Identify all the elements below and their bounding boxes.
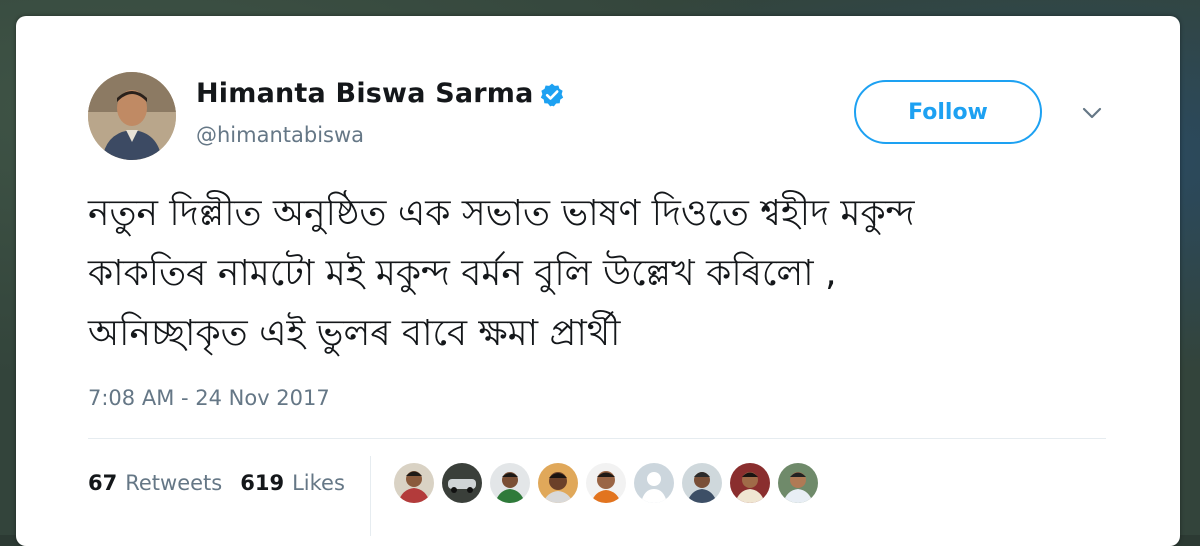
tweet-text: নতুন দিল্লীত অনুষ্ঠিত এক সভাত ভাষণ দিওতে…	[88, 184, 1118, 364]
likes-count: 619	[240, 471, 285, 495]
profile-photo-icon	[88, 72, 176, 160]
liker-avatar[interactable]	[440, 461, 484, 505]
tweet-text-line: কাকতিৰ নামটো মই মকুন্দ বৰ্মন বুলি উল্লেখ…	[88, 253, 837, 294]
tweet-card: Himanta Biswa Sarma @himantabiswa Follow…	[16, 16, 1180, 546]
liker-avatar[interactable]	[488, 461, 532, 505]
tweet-text-line: নতুন দিল্লীত অনুষ্ঠিত এক সভাত ভাষণ দিওতে…	[88, 193, 915, 234]
user-display-name[interactable]: Himanta Biswa Sarma	[196, 78, 534, 109]
tweet-text-line: অনিচ্ছাকৃত এই ভুলৰ বাবে ক্ষমা প্ৰাৰ্থী	[88, 313, 621, 354]
liker-avatar-icon	[442, 463, 482, 503]
default-avatar-icon	[634, 463, 674, 503]
liker-avatar[interactable]	[584, 461, 628, 505]
liker-avatar[interactable]	[728, 461, 772, 505]
liker-avatar[interactable]	[680, 461, 724, 505]
liker-avatar-icon	[538, 463, 578, 503]
follow-button[interactable]: Follow	[854, 80, 1042, 144]
likers-avatars	[392, 460, 824, 506]
tweet-timestamp[interactable]: 7:08 AM - 24 Nov 2017	[88, 386, 330, 410]
verified-badge-icon	[540, 83, 564, 107]
liker-avatar-icon	[730, 463, 770, 503]
profile-avatar[interactable]	[88, 72, 176, 160]
retweets-label: Retweets	[125, 471, 223, 495]
divider	[88, 438, 1106, 439]
likes-stat[interactable]: 619 Likes	[240, 471, 345, 495]
liker-avatar[interactable]	[392, 461, 436, 505]
retweets-stat[interactable]: 67 Retweets	[88, 471, 222, 495]
liker-avatar-icon	[778, 463, 818, 503]
chevron-down-icon[interactable]	[1080, 104, 1104, 122]
liker-avatar[interactable]	[776, 461, 820, 505]
liker-avatar[interactable]	[536, 461, 580, 505]
liker-avatar-icon	[394, 463, 434, 503]
user-handle[interactable]: @himantabiswa	[196, 123, 364, 147]
tweet-stats: 67 Retweets 619 Likes	[88, 468, 363, 498]
retweets-count: 67	[88, 471, 118, 495]
stats-divider	[370, 456, 371, 536]
likes-label: Likes	[292, 471, 345, 495]
liker-avatar-icon	[490, 463, 530, 503]
liker-avatar-icon	[586, 463, 626, 503]
liker-avatar-icon	[682, 463, 722, 503]
liker-avatar[interactable]	[632, 461, 676, 505]
